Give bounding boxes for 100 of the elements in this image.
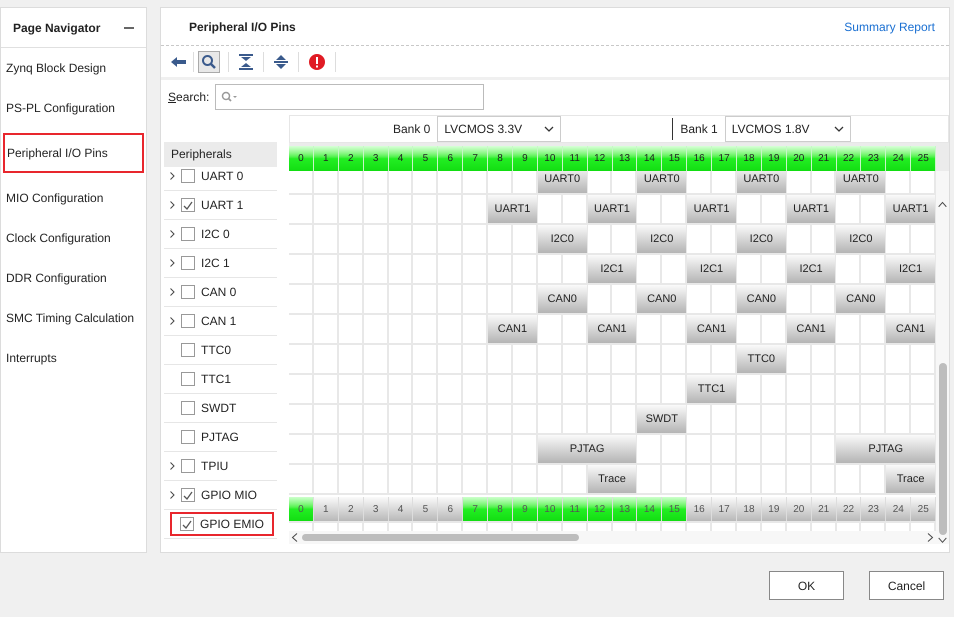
search-label: Search: [168,89,210,106]
pin-block: UART1 [588,195,638,225]
checkbox[interactable] [181,169,195,183]
grid-cell [861,315,886,345]
peripheral-label: I2C 1 [201,255,230,272]
pin-block: UART1 [687,195,737,225]
grid-cell [488,171,513,195]
grid-cell [463,195,488,225]
grid-cell [338,171,364,195]
grid-cell [762,315,787,345]
checkbox[interactable] [181,343,195,357]
grid-cell [786,345,812,375]
voltage-dropdown[interactable]: LVCMOS 1.8V [724,116,851,142]
pin-block: I2C1 [786,255,836,285]
checkbox[interactable] [181,401,195,415]
voltage-dropdown[interactable]: LVCMOS 3.3V [437,116,562,142]
grid-cell [886,225,912,255]
checkbox[interactable] [181,198,195,212]
scroll-up-icon[interactable] [938,201,947,208]
grid-cell [388,171,414,195]
checkbox[interactable] [181,314,195,328]
pin-number: 9 [513,497,538,521]
list-row[interactable]: UART 1 [164,191,277,220]
peripheral-label: TPIU [201,458,228,475]
scroll-down-icon[interactable] [938,537,947,544]
grid-cell [512,285,538,315]
nav-item[interactable]: DDR Configuration [1,258,146,298]
grid-cell [314,171,339,195]
grid-cell [662,315,688,345]
checkbox[interactable] [181,227,195,241]
list-row[interactable]: CAN 1 [164,307,277,336]
search-field[interactable] [215,84,484,110]
grid-cell [886,171,912,195]
pin-number: 1 [314,146,339,171]
nav-item[interactable]: SMC Timing Calculation [1,298,146,338]
pin-block: I2C0 [538,225,588,255]
grid-cell [637,255,662,285]
pin-number: 24 [886,497,912,521]
grid-cell [836,315,862,345]
grid-cell [512,171,538,195]
summary-report-link[interactable]: Summary Report [844,18,935,36]
pin-number: 13 [612,146,638,171]
nav-item[interactable]: Interrupts [1,338,146,378]
scroll-right-icon[interactable] [927,533,934,542]
horizontal-scrollbar[interactable] [289,531,936,544]
list-row[interactable]: UART 0 [164,167,277,191]
nav-item[interactable]: MIO Configuration [1,178,146,218]
scrollbar-thumb[interactable] [302,534,579,541]
list-row[interactable]: GPIO MIO [164,481,277,510]
pin-number: 18 [737,497,762,521]
vertical-scrollbar[interactable] [936,171,949,544]
checkbox[interactable] [181,285,195,299]
pin-number: 22 [836,146,862,171]
grid-cell [736,195,762,225]
list-row[interactable]: SWDT [164,394,277,423]
checkbox[interactable] [181,459,195,473]
peripheral-label: GPIO MIO [201,487,258,504]
scrollbar-thumb[interactable] [938,362,946,536]
nav-item[interactable]: Zynq Block Design [1,48,146,88]
pin-block: UART0 [836,171,886,195]
grid-cell [662,255,688,285]
list-row[interactable]: GPIO EMIO [164,510,277,539]
nav-item[interactable]: PS-PL Configuration [1,88,146,128]
dialog-button[interactable]: OK [769,571,844,600]
scroll-left-icon[interactable] [291,533,298,542]
list-row[interactable]: TPIU [164,452,277,481]
checkbox[interactable] [181,372,195,386]
list-row[interactable]: CAN 0 [164,278,277,307]
search-icon[interactable] [198,50,220,72]
grid-cell [687,405,712,435]
grid-cell [588,285,612,315]
checkbox[interactable] [180,517,194,531]
grid-cell [289,171,314,195]
list-row[interactable]: I2C 1 [164,249,277,278]
grid-cell [786,171,812,195]
grid-cell [812,435,836,465]
minimize-icon[interactable] [124,26,134,28]
list-row[interactable]: TTC0 [164,336,277,365]
nav-item[interactable]: Clock Configuration [1,218,146,258]
pin-number: 25 [911,146,936,171]
grid-cell [687,285,712,315]
nav-item[interactable]: Peripheral I/O Pins [3,133,144,173]
grid-cell [588,171,612,195]
pin-number: 16 [687,497,712,521]
pin-block: PJTAG [538,435,638,465]
checkbox[interactable] [181,256,195,270]
peripheral-label: GPIO EMIO [200,516,264,533]
dialog-button[interactable]: Cancel [869,571,944,600]
search-icon [221,91,240,103]
grid-cell [712,171,737,195]
list-row[interactable]: I2C 0 [164,220,277,249]
pin-number: 17 [712,146,738,171]
checkbox[interactable] [181,430,195,444]
pin-number: 0 [289,497,314,521]
pin-number: 4 [388,146,414,171]
list-row[interactable]: PJTAG [164,423,277,452]
pin-block: CAN1 [588,315,638,345]
list-row[interactable]: TTC1 [164,365,277,394]
pin-number: 19 [762,497,787,521]
checkbox[interactable] [181,488,195,502]
